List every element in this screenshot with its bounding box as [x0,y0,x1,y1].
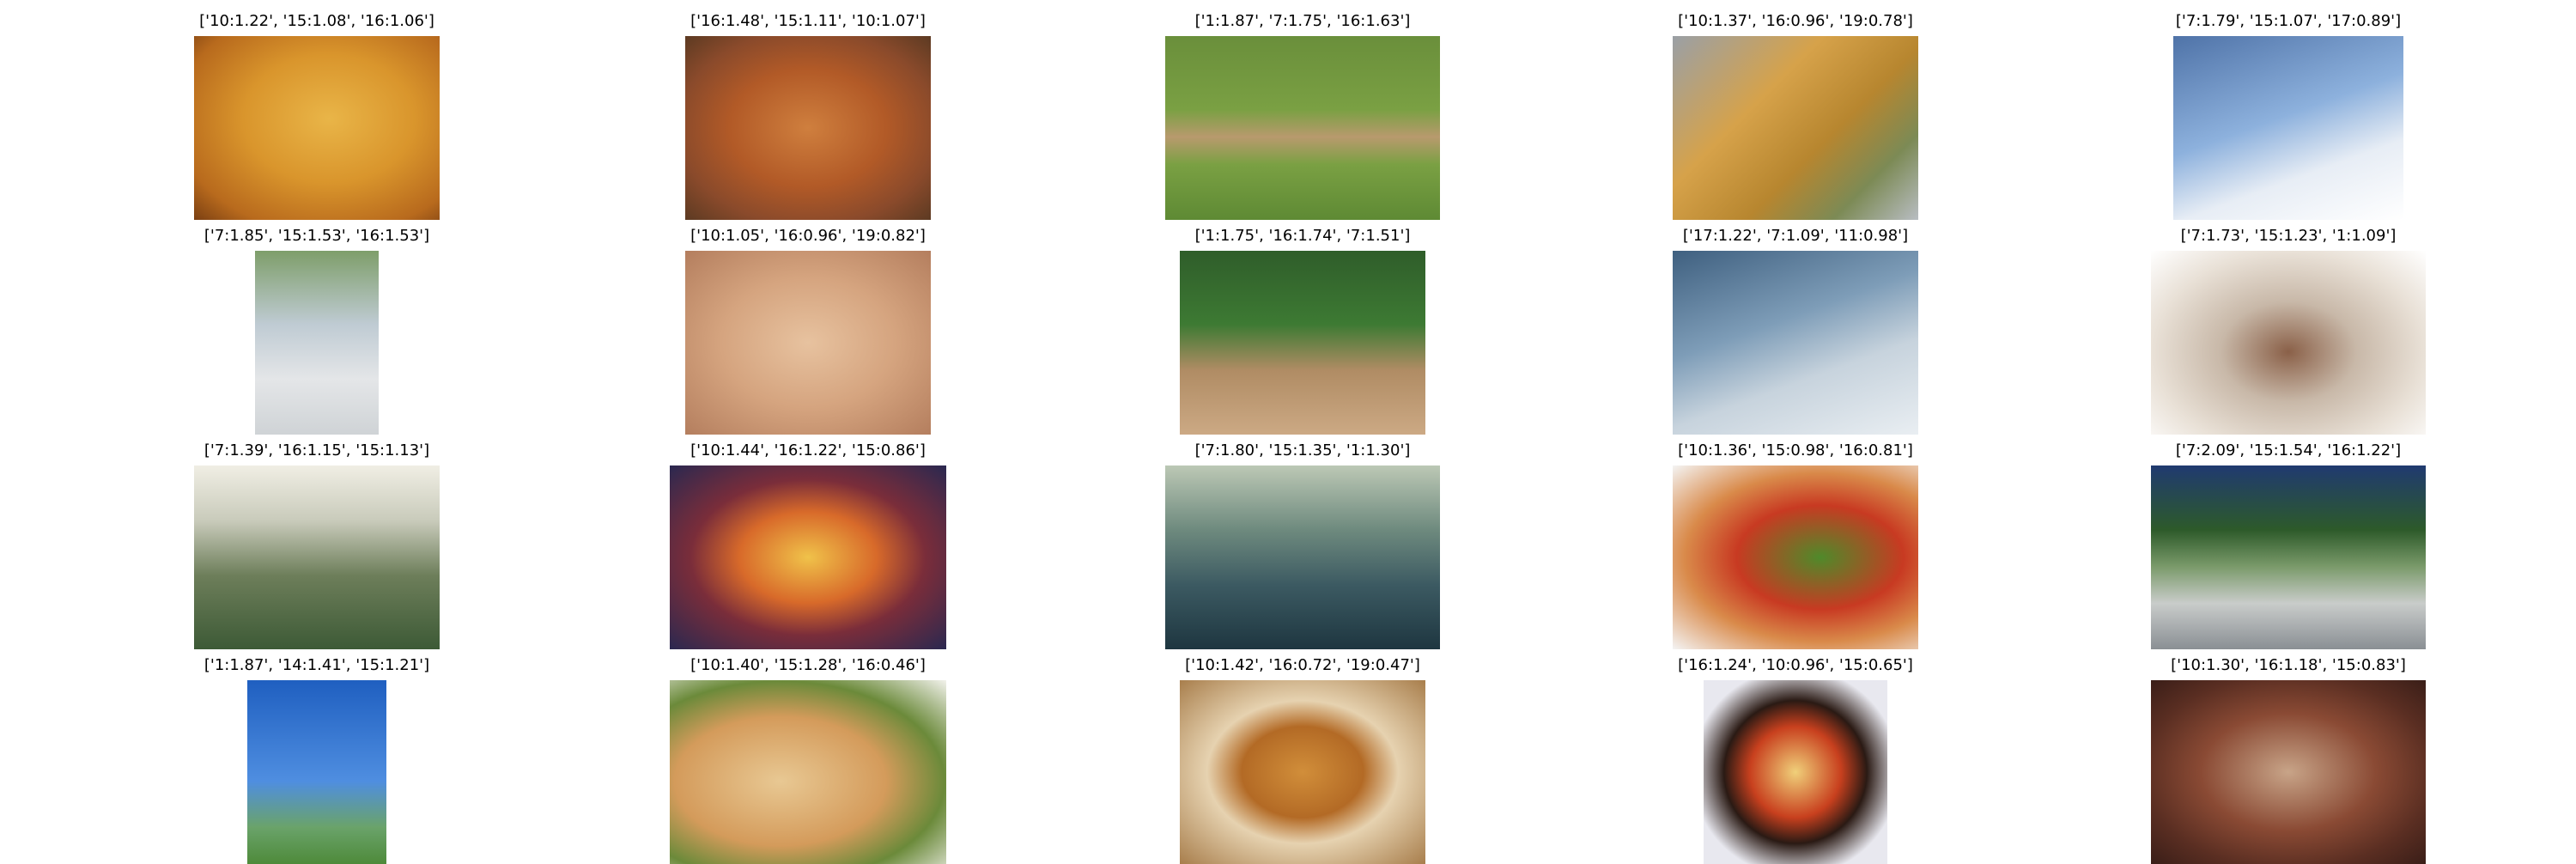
image-title: ['7:1.85', '15:1.53', '16:1.53'] [204,227,430,245]
frisbee-photo [247,680,386,864]
image-panel: ['10:1.30', '16:1.18', '15:0.83'] [2151,653,2426,864]
image-panel: ['1:1.87', '7:1.75', '16:1.63'] [1165,9,1440,220]
image-title: ['7:1.73', '15:1.23', '1:1.09'] [2180,227,2397,245]
image-panel: ['10:1.40', '15:1.28', '16:0.46'] [670,653,946,864]
pizza-photo [670,465,946,649]
image-panel: ['10:1.05', '16:0.96', '19:0.82'] [685,223,931,435]
image-panel: ['10:1.44', '16:1.22', '15:0.86'] [670,438,946,649]
image-title: ['1:1.87', '14:1.41', '15:1.21'] [204,656,430,674]
image-panel: ['10:1.22', '15:1.08', '16:1.06'] [194,9,440,220]
ski-photo [1673,251,1918,435]
surf-photo [2151,251,2426,435]
image-panel: ['10:1.37', '16:0.96', '19:0.78'] [1673,9,1918,220]
pizza-photo [670,680,946,864]
image-panel: ['7:1.79', '15:1.07', '17:0.89'] [2173,9,2403,220]
skateboard-photo [2151,465,2426,649]
image-panel: ['1:1.87', '14:1.41', '15:1.21'] [204,653,429,864]
skateboard-photo [255,251,379,435]
image-panel: ['10:1.36', '15:0.98', '16:0.81'] [1673,438,1918,649]
image-panel: ['16:1.48', '15:1.11', '10:1.07'] [685,9,931,220]
image-panel: ['7:1.80', '15:1.35', '1:1.30'] [1165,438,1440,649]
image-grid: ['10:1.22', '15:1.08', '16:1.06'] ['16:1.… [0,0,2576,864]
ski-photo [2173,36,2403,220]
image-panel: ['10:1.42', '16:0.72', '19:0.47'] [1180,653,1425,864]
pizza-photo [1673,465,1918,649]
baseball-photo [1165,36,1440,220]
pizza-photo [1673,36,1918,220]
pizza-photo [2151,680,2426,864]
image-panel: ['7:1.73', '15:1.23', '1:1.09'] [2151,223,2426,435]
pizza-photo [194,36,440,220]
baseball-photo [1180,251,1425,435]
image-title: ['7:1.79', '15:1.07', '17:0.89'] [2175,12,2402,30]
image-panel: ['17:1.22', '7:1.09', '11:0.98'] [1673,223,1918,435]
surf-photo [1165,465,1440,649]
image-panel: ['1:1.75', '16:1.74', '7:1.51'] [1180,223,1425,435]
image-title: ['10:1.30', '16:1.18', '15:0.83'] [2171,656,2406,674]
pizza-photo [1180,680,1425,864]
image-title: ['7:2.09', '15:1.54', '16:1.22'] [2175,441,2402,459]
pizza-photo [1704,680,1887,864]
image-panel: ['7:1.85', '15:1.53', '16:1.53'] [204,223,429,435]
image-title: ['10:1.42', '16:0.72', '19:0.47'] [1185,656,1420,674]
image-panel: ['7:1.39', '16:1.15', '15:1.13'] [194,438,440,649]
image-panel: ['16:1.24', '10:0.96', '15:0.65'] [1678,653,1913,864]
surf-photo [194,465,440,649]
pizza-photo [685,251,931,435]
image-panel: ['7:2.09', '15:1.54', '16:1.22'] [2151,438,2426,649]
pizza-photo [685,36,931,220]
